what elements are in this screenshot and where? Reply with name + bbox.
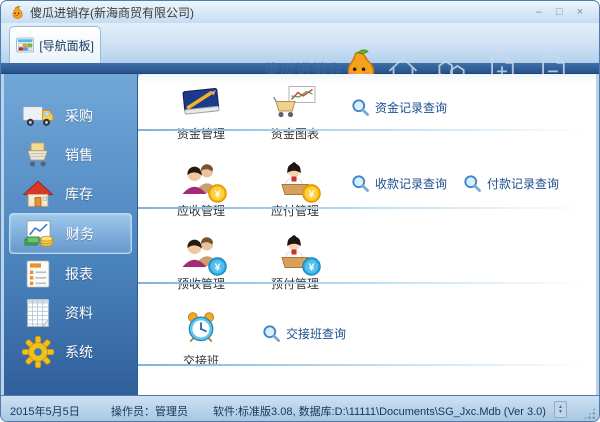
title-bar[interactable]: 傻瓜进销存(新海商贸有限公司) – □ × — [1, 1, 599, 23]
status-bar: 2015年5月5日 操作员：管理员 软件:标准版3.08, 数据库:D:\111… — [1, 395, 599, 421]
house-icon — [21, 177, 55, 211]
sidebar-item-label: 系统 — [65, 343, 93, 360]
minimize-button[interactable]: – — [536, 5, 542, 19]
window-title: 傻瓜进销存(新海商贸有限公司) — [30, 5, 194, 20]
row-divider — [138, 129, 588, 131]
app-pear-mascot-icon — [9, 5, 24, 20]
query-link-label: 资金记录查询 — [375, 101, 448, 115]
funds-chart-button[interactable]: 资金图表 — [250, 85, 340, 142]
sidebar-item-label: 资料 — [65, 304, 93, 321]
window-controls: – □ × — [536, 5, 591, 19]
sidebar-item-purchase[interactable]: 采购 — [9, 96, 132, 135]
sidebar-item-label: 采购 — [65, 107, 93, 124]
feature-label: 应付管理 — [270, 204, 319, 218]
sidebar-item-finance[interactable]: 财务 — [9, 213, 132, 254]
sidebar-item-sales[interactable]: 销售 — [9, 135, 132, 174]
receivables-management-button[interactable]: 应收管理 — [156, 162, 246, 219]
feature-label: 资金图表 — [270, 127, 319, 141]
ledger-book-icon — [179, 106, 223, 123]
shift-handover-button[interactable]: 交接班 — [156, 312, 246, 369]
finance-chart-icon — [22, 217, 56, 251]
navigation-panel-tab[interactable]: [导航面板] — [9, 26, 101, 63]
resize-grip[interactable] — [583, 407, 596, 420]
receipt-record-query-link[interactable]: 收款记录查询 — [351, 174, 447, 193]
sidebar-item-inventory[interactable]: 库存 — [9, 174, 132, 213]
sidebar-item-label: 销售 — [65, 146, 93, 163]
cart-chart-icon — [273, 106, 317, 123]
header-strip: [导航面板] 傻瓜进销存 — [1, 23, 599, 63]
window-body: 采购 销售 库存 财务 报表 资料 系统 资金管理 资金图表 资金记录查询 应收… — [1, 74, 599, 395]
sidebar: 采购 销售 库存 财务 报表 资料 系统 — [4, 74, 138, 395]
truck-icon — [21, 99, 55, 133]
spreadsheet-icon — [21, 296, 55, 330]
sidebar-item-label: 库存 — [65, 185, 93, 202]
search-icon — [351, 174, 370, 193]
funds-record-query-link[interactable]: 资金记录查询 — [351, 98, 447, 117]
gear-icon — [21, 335, 55, 369]
maximize-button[interactable]: □ — [556, 5, 563, 19]
sidebar-item-system[interactable]: 系统 — [9, 332, 132, 371]
scroll-spinner-widget[interactable]: ▲ ▼ — [554, 401, 567, 418]
row-divider — [138, 282, 588, 284]
report-icon — [21, 257, 55, 291]
close-button[interactable]: × — [577, 5, 583, 19]
search-icon — [262, 324, 281, 343]
person-coin-gold-icon — [273, 183, 317, 200]
nav-tab-label: [导航面板] — [39, 38, 94, 53]
nav-grid-icon — [16, 34, 34, 56]
alarm-clock-icon — [182, 333, 220, 350]
feature-label: 资金管理 — [176, 127, 225, 141]
sidebar-item-data[interactable]: 资料 — [9, 293, 132, 332]
row-divider — [138, 207, 588, 209]
funds-management-button[interactable]: 资金管理 — [156, 85, 246, 142]
row-divider — [138, 364, 588, 366]
app-window: 傻瓜进销存(新海商贸有限公司) – □ × [导航面板] 傻瓜进销存 采购 销售… — [0, 0, 600, 422]
feature-label: 应收管理 — [176, 204, 225, 218]
people-coin-gold-icon — [179, 183, 223, 200]
query-link-label: 交接班查询 — [286, 327, 347, 341]
sidebar-item-reports[interactable]: 报表 — [9, 254, 132, 293]
search-icon — [463, 174, 482, 193]
people-coin-blue-icon — [179, 256, 223, 273]
status-software-db: 软件:标准版3.08, 数据库:D:\11111\Documents\SG_Jx… — [213, 406, 546, 418]
status-operator: 操作员：管理员 — [111, 406, 188, 418]
status-date: 2015年5月5日 — [10, 406, 80, 418]
shift-handover-query-link[interactable]: 交接班查询 — [262, 324, 346, 343]
feature-label: 交接班 — [182, 354, 219, 368]
sidebar-item-label: 财务 — [66, 225, 94, 242]
cart-icon — [21, 138, 55, 172]
query-link-label: 收款记录查询 — [375, 177, 448, 191]
search-icon — [351, 98, 370, 117]
query-link-label: 付款记录查询 — [487, 177, 560, 191]
person-coin-blue-icon — [273, 256, 317, 273]
payables-management-button[interactable]: 应付管理 — [250, 162, 340, 219]
sidebar-item-label: 报表 — [65, 265, 93, 282]
finance-panel: 资金管理 资金图表 资金记录查询 应收管理 应付管理 收款记录查询 付款记录查询… — [138, 74, 596, 395]
payment-record-query-link[interactable]: 付款记录查询 — [463, 174, 559, 193]
